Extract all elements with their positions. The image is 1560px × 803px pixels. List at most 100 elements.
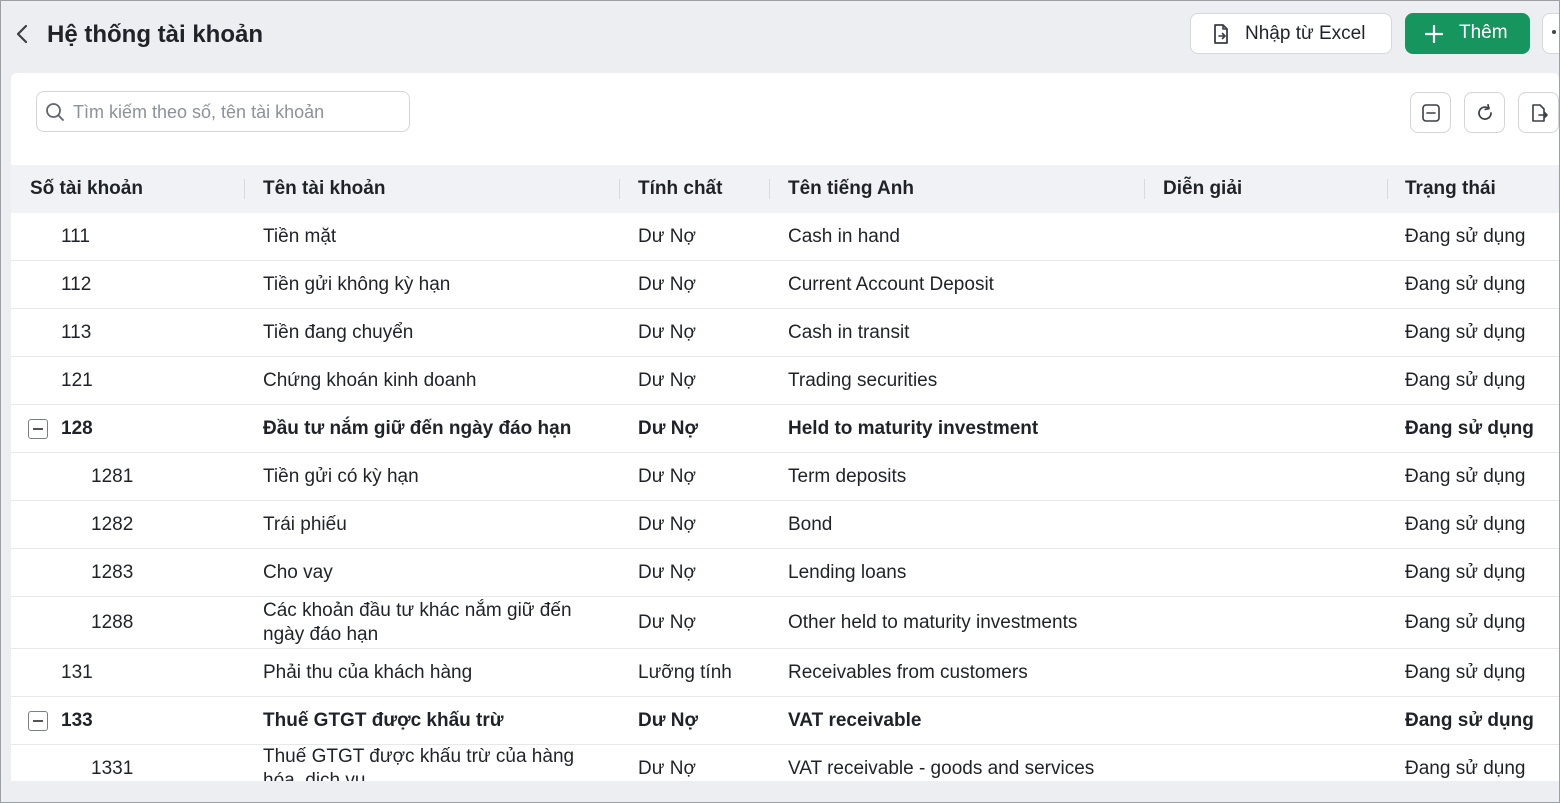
add-button[interactable]: Thêm [1405, 13, 1530, 54]
more-options-button[interactable] [1542, 13, 1559, 54]
cell-english-name: Receivables from customers [788, 661, 1028, 683]
cell-description [1163, 405, 1383, 452]
cell-english-name: Held to maturity investment [788, 417, 1039, 439]
table-body: 111 Tiền mặt Dư Nợ Cash in hand Đang sử dụng… [11, 213, 1559, 781]
cell-status: Đang sử dụng [1405, 611, 1526, 633]
cell-description [1163, 357, 1383, 404]
cell-nature: Dư Nợ [638, 513, 696, 535]
table-header: Số tài khoản Tên tài khoản Tính chất Tên… [11, 165, 1559, 213]
cell-description [1163, 309, 1383, 356]
cell-nature: Dư Nợ [638, 273, 696, 295]
cell-description [1163, 697, 1383, 744]
cell-description [1163, 213, 1383, 260]
cell-account-name: Chứng khoán kinh doanh [263, 369, 477, 391]
refresh-button[interactable] [1464, 92, 1505, 133]
table-row[interactable]: 1282 Trái phiếu Dư Nợ Bond Đang sử dụng [11, 501, 1559, 549]
cell-account-name: Tiền đang chuyển [263, 321, 414, 343]
cell-account-name: Phải thu của khách hàng [263, 661, 473, 683]
cell-description [1163, 745, 1383, 781]
table-row[interactable]: 128 Đầu tư nắm giữ đến ngày đáo hạn Dư Nợ H… [11, 405, 1559, 453]
table-row[interactable]: 113 Tiền đang chuyển Dư Nợ Cash in transit Đ… [11, 309, 1559, 357]
cell-status: Đang sử dụng [1405, 757, 1526, 779]
column-header-status[interactable]: Trạng thái [1405, 165, 1496, 213]
cell-nature: Dư Nợ [638, 225, 696, 247]
cell-status: Đang sử dụng [1405, 417, 1534, 439]
main-panel: Số tài khoản Tên tài khoản Tính chất Tên… [11, 73, 1559, 781]
add-label: Thêm [1459, 22, 1508, 43]
table-row[interactable]: 131 Phải thu của khách hàng Lưỡng tính Rece… [11, 649, 1559, 697]
cell-english-name: Other held to maturity investments [788, 611, 1078, 633]
cell-status: Đang sử dụng [1405, 513, 1526, 535]
cell-english-name: Current Account Deposit [788, 273, 994, 295]
column-divider [244, 179, 245, 199]
table-row[interactable]: 1281 Tiền gửi có kỳ hạn Dư Nợ Term deposits… [11, 453, 1559, 501]
cell-account-number: 111 [61, 225, 90, 247]
file-export-icon [1532, 104, 1548, 122]
table-row[interactable]: 121 Chứng khoán kinh doanh Dư Nợ Trading se… [11, 357, 1559, 405]
search-box[interactable] [36, 91, 410, 132]
cell-account-number: 1282 [91, 513, 134, 535]
collapse-all-button[interactable] [1410, 92, 1451, 133]
cell-status: Đang sử dụng [1405, 321, 1526, 343]
cell-account-name: Tiền mặt [263, 225, 337, 247]
cell-nature: Dư Nợ [638, 709, 698, 731]
cell-account-number: 1331 [91, 757, 134, 779]
cell-nature: Dư Nợ [638, 369, 696, 391]
cell-account-number: 1288 [91, 611, 134, 633]
cell-description [1163, 549, 1383, 596]
page-header: Hệ thống tài khoản Nhập từ Excel Thêm [1, 1, 1559, 71]
cell-description [1163, 453, 1383, 500]
column-header-nature[interactable]: Tính chất [638, 165, 722, 213]
cell-english-name: Bond [788, 513, 833, 535]
cell-nature: Dư Nợ [638, 561, 696, 583]
search-input[interactable] [73, 98, 393, 126]
accounts-table: Số tài khoản Tên tài khoản Tính chất Tên… [11, 165, 1559, 781]
collapse-row-icon[interactable] [28, 711, 48, 731]
table-row[interactable]: 1288 Các khoản đầu tư khác nắm giữ đến ng… [11, 597, 1559, 649]
cell-nature: Dư Nợ [638, 757, 696, 779]
column-divider [619, 179, 620, 199]
cell-english-name: Trading securities [788, 369, 938, 391]
column-divider [1387, 179, 1388, 199]
page-title: Hệ thống tài khoản [47, 21, 263, 48]
cell-status: Đang sử dụng [1405, 465, 1526, 487]
column-header-account-name[interactable]: Tên tài khoản [263, 165, 385, 213]
cell-account-name: Tiền gửi không kỳ hạn [263, 273, 451, 295]
cell-nature: Dư Nợ [638, 321, 696, 343]
table-row[interactable]: 1331 Thuế GTGT được khấu trừ của hàng hóa… [11, 745, 1559, 782]
cell-english-name: VAT receivable - goods and services [788, 757, 1095, 779]
cell-description [1163, 649, 1383, 696]
column-header-english-name[interactable]: Tên tiếng Anh [788, 165, 914, 213]
column-header-description[interactable]: Diễn giải [1163, 165, 1242, 213]
import-excel-label: Nhập từ Excel [1245, 23, 1366, 44]
file-import-icon [1214, 24, 1228, 44]
cell-account-number: 112 [61, 273, 92, 295]
app-window: Hệ thống tài khoản Nhập từ Excel Thêm Tì… [0, 0, 1560, 803]
cell-english-name: VAT receivable [788, 709, 922, 731]
collapse-row-icon[interactable] [28, 419, 48, 439]
table-row[interactable]: 112 Tiền gửi không kỳ hạn Dư Nợ Current Acc… [11, 261, 1559, 309]
cell-status: Đang sử dụng [1405, 225, 1526, 247]
table-row[interactable]: 1283 Cho vay Dư Nợ Lending loans Đang sử dụn… [11, 549, 1559, 597]
cell-nature: Dư Nợ [638, 611, 696, 633]
cell-status: Đang sử dụng [1405, 661, 1526, 683]
table-toolbar [11, 73, 1559, 165]
more-dots-icon [1552, 30, 1556, 34]
cell-account-number: 133 [61, 709, 93, 731]
cell-account-name: Cho vay [263, 561, 333, 583]
table-row[interactable]: 111 Tiền mặt Dư Nợ Cash in hand Đang sử dụng [11, 213, 1559, 261]
cell-status: Đang sử dụng [1405, 369, 1526, 391]
cell-account-name: Thuế GTGT được khấu trừ [263, 709, 504, 731]
import-excel-button[interactable]: Nhập từ Excel [1190, 13, 1392, 54]
column-header-account-number[interactable]: Số tài khoản [30, 165, 143, 213]
collapse-icon [1422, 104, 1440, 122]
chevron-left-icon[interactable] [13, 23, 33, 45]
cell-account-number: 128 [61, 417, 93, 439]
cell-account-number: 1281 [91, 465, 134, 487]
column-divider [769, 179, 770, 199]
cell-account-name: Trái phiếu [263, 513, 347, 535]
export-button[interactable] [1518, 92, 1559, 133]
table-row[interactable]: 133 Thuế GTGT được khấu trừ Dư Nợ VAT recei… [11, 697, 1559, 745]
cell-english-name: Term deposits [788, 465, 907, 487]
plus-icon [1425, 25, 1443, 43]
